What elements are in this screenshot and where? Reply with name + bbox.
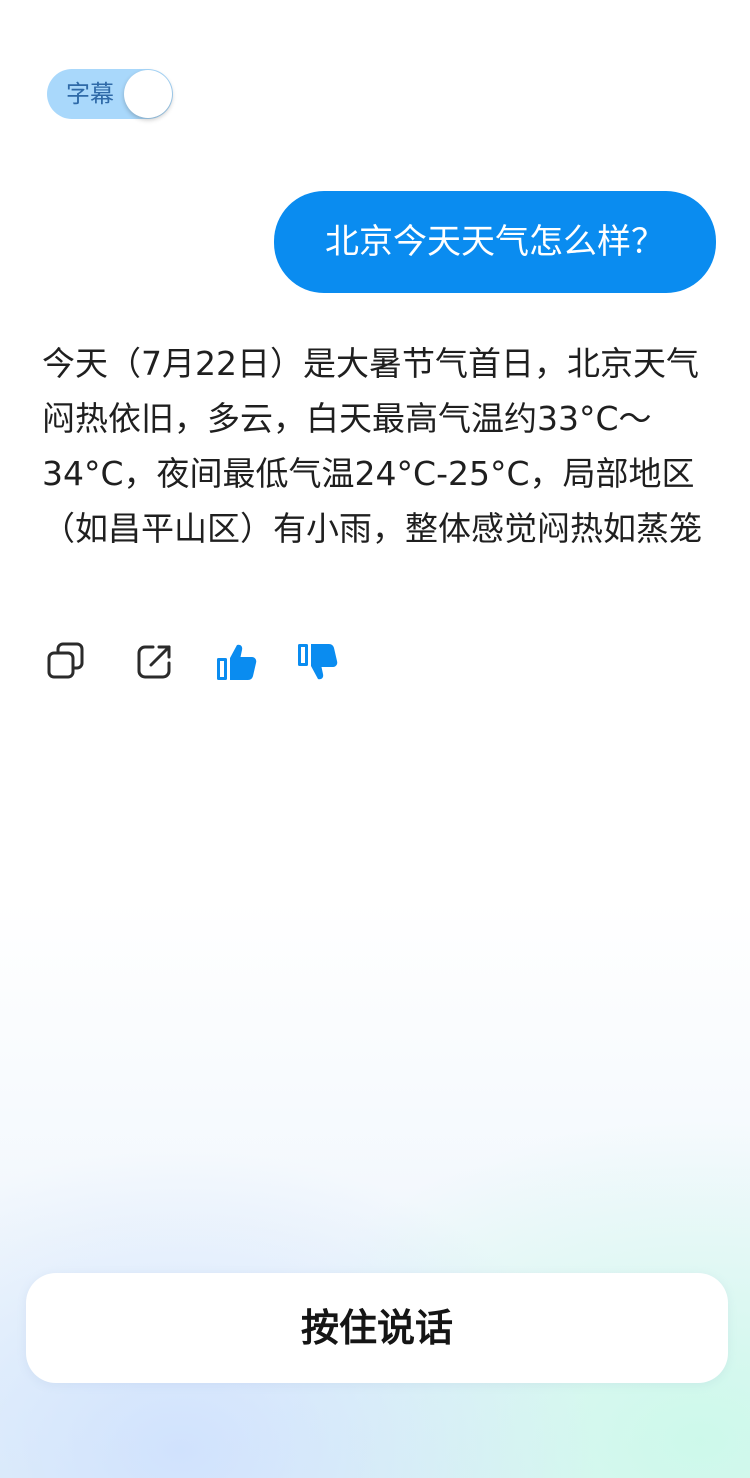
- thumbs-down-icon[interactable]: [297, 641, 339, 683]
- hold-to-talk-button[interactable]: 按住说话: [26, 1273, 728, 1383]
- toggle-knob: [124, 70, 172, 118]
- user-message-bubble: 北京今天天气怎么样？: [274, 191, 716, 293]
- share-icon[interactable]: [135, 641, 177, 683]
- thumbs-up-icon[interactable]: [216, 641, 258, 683]
- subtitle-toggle[interactable]: 字幕: [47, 69, 173, 119]
- assistant-message: 今天（7月22日）是大暑节气首日，北京天气闷热依旧，多云，白天最高气温约33°C…: [42, 344, 702, 548]
- copy-icon[interactable]: [46, 641, 88, 683]
- subtitle-toggle-label: 字幕: [66, 80, 114, 108]
